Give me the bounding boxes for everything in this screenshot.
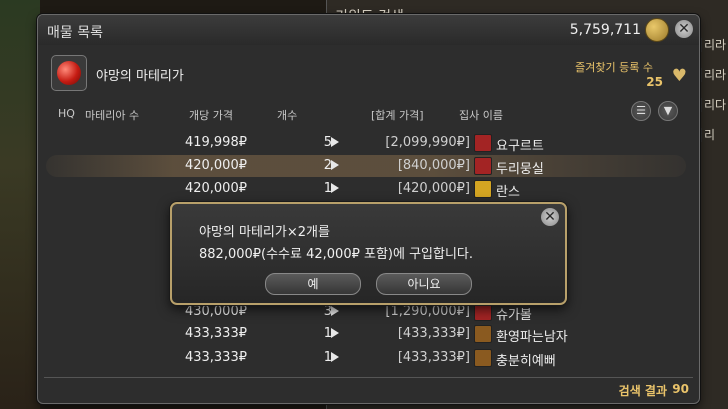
column-header-quantity[interactable]: 개수: [277, 107, 297, 123]
dialog-close-button[interactable]: ✕: [541, 208, 559, 226]
gil-amount: 5,759,711: [569, 22, 641, 38]
unit-price: 430,000₽: [184, 304, 247, 319]
unit-price: 433,333₽: [184, 350, 247, 365]
play-arrow-icon: [331, 352, 339, 362]
column-header-hq[interactable]: HQ: [58, 107, 75, 120]
column-header-retainer[interactable]: 집사 이름: [459, 107, 503, 123]
table-row[interactable]: 419,998₽ 5 [2,099,990₽] 요구르트: [46, 132, 686, 154]
favorite-count: 25: [646, 75, 663, 89]
retainer-class-icon: [474, 349, 492, 367]
total-price: [433,333₽]: [397, 350, 470, 365]
play-arrow-icon: [331, 183, 339, 193]
retainer-name: 충분히예뻐: [496, 354, 556, 369]
play-arrow-icon: [331, 160, 339, 170]
total-price: [433,333₽]: [397, 326, 470, 341]
total-price: [2,099,990₽]: [385, 135, 470, 150]
total-price: [840,000₽]: [397, 158, 470, 173]
gil-coin-icon: [645, 18, 669, 42]
table-row[interactable]: 433,333₽ 1 [433,333₽] 환영파는남자: [46, 323, 686, 345]
list-item: 리라: [704, 38, 727, 52]
heart-icon[interactable]: ♥: [672, 66, 687, 86]
window-title: 매물 목록: [47, 25, 103, 41]
yes-button[interactable]: 예: [265, 273, 361, 295]
retainer-class-icon: [474, 134, 492, 152]
close-button[interactable]: ✕: [675, 20, 693, 38]
column-header-unit-price[interactable]: 개당 가격: [189, 107, 233, 123]
red-gem-icon: [57, 61, 81, 85]
retainer-name: 두리뭉실: [496, 162, 544, 177]
retainer-class-icon: [474, 180, 492, 198]
retainer-class-icon: [474, 303, 492, 321]
retainer-name: 란스: [496, 185, 520, 200]
total-price: [1,290,000₽]: [385, 304, 470, 319]
retainer-name: 환영파는남자: [496, 330, 568, 345]
total-price: [420,000₽]: [397, 181, 470, 196]
column-header-materia[interactable]: 마테리아 수: [85, 107, 139, 123]
table-row[interactable]: 433,333₽ 1 [433,333₽] 충분히예뻐: [46, 347, 686, 369]
dialog-message-line2: 882,000₽(수수료 42,000₽ 포함)에 구입합니다.: [199, 247, 474, 262]
search-results-label: 검색 결과: [618, 384, 667, 398]
list-item: 리라: [704, 68, 727, 82]
game-scene-left: [0, 0, 40, 409]
play-arrow-icon: [331, 328, 339, 338]
column-header-total[interactable]: [합계 가격]: [371, 107, 424, 123]
retainer-class-icon: [474, 325, 492, 343]
unit-price: 420,000₽: [184, 181, 247, 196]
titlebar: 매물 목록 5,759,711 ✕: [38, 15, 699, 45]
unit-price: 420,000₽: [184, 158, 247, 173]
retainer-class-icon: [474, 157, 492, 175]
retainer-name: 슈가볼: [496, 308, 532, 323]
table-row-selected[interactable]: 420,000₽ 2 [840,000₽] 두리뭉실: [46, 155, 686, 177]
list-item: 리다: [704, 98, 727, 112]
table-row[interactable]: 420,000₽ 1 [420,000₽] 란스: [46, 178, 686, 200]
item-name: 야망의 마테리가: [96, 69, 184, 84]
play-arrow-icon: [331, 306, 339, 316]
divider: [44, 377, 693, 378]
favorite-count-label: 즐겨찾기 등록 수: [575, 61, 653, 74]
item-icon[interactable]: [51, 55, 87, 91]
unit-price: 419,998₽: [184, 135, 247, 150]
document-icon[interactable]: ☰: [631, 101, 651, 121]
no-button[interactable]: 아니요: [376, 273, 472, 295]
filter-icon[interactable]: ▼: [658, 101, 678, 121]
unit-price: 433,333₽: [184, 326, 247, 341]
search-results-count: 90: [672, 382, 689, 396]
purchase-confirm-dialog: ✕ 야망의 마테리가×2개를 882,000₽(수수료 42,000₽ 포함)에…: [170, 202, 567, 305]
list-item: 리: [704, 128, 716, 142]
dialog-message-line1: 야망의 마테리가×2개를: [199, 225, 330, 240]
retainer-name: 요구르트: [496, 139, 544, 154]
play-arrow-icon: [331, 137, 339, 147]
